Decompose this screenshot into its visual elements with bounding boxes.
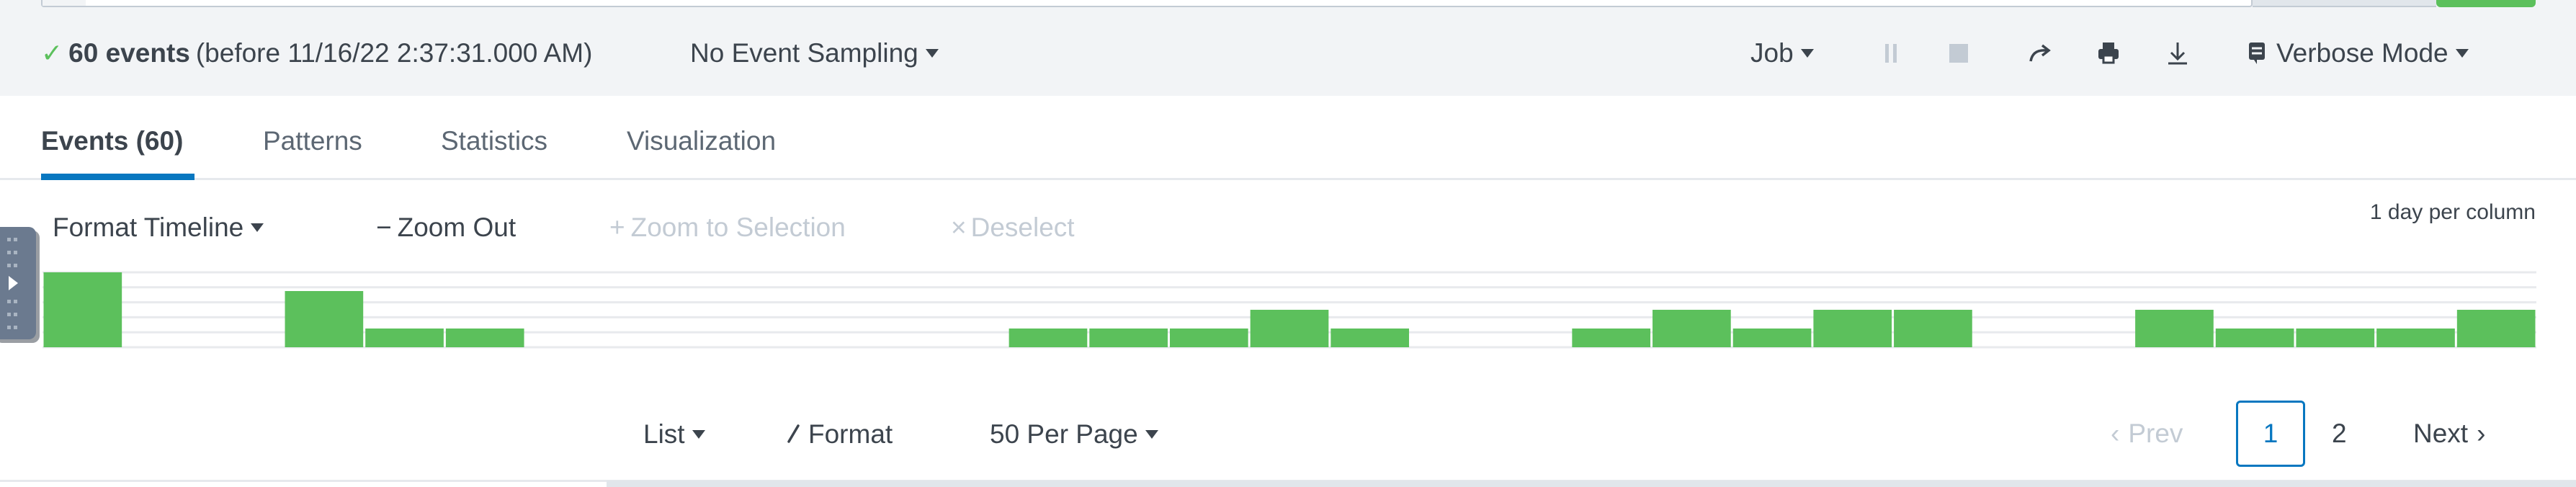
- deselect-label: Deselect: [970, 213, 1075, 242]
- job-status-bar: ✓ 60 events (before 11/16/22 2:37:31.000…: [0, 0, 2576, 96]
- caret-down-icon: [1800, 49, 1814, 58]
- timeline-bar[interactable]: [1169, 329, 1248, 347]
- page-1-button[interactable]: 1: [2236, 401, 2305, 467]
- per-page-label: 50 Per Page: [990, 419, 1138, 449]
- per-page-dropdown[interactable]: 50 Per Page: [990, 418, 1158, 451]
- search-input[interactable]: [41, 0, 2253, 7]
- print-icon: [2098, 43, 2119, 64]
- job-menu[interactable]: Job: [1750, 37, 1814, 69]
- minus-icon: −: [376, 213, 392, 242]
- expand-icon: [9, 276, 18, 290]
- search-button[interactable]: [2436, 0, 2536, 7]
- timeline-chart[interactable]: [43, 267, 2536, 349]
- timeline-bar[interactable]: [2135, 310, 2214, 347]
- print-button[interactable]: [2093, 37, 2124, 69]
- timeline-bar[interactable]: [2456, 310, 2536, 347]
- format-button[interactable]: Format: [785, 418, 893, 451]
- job-label: Job: [1750, 38, 1794, 68]
- caret-down-icon: [1145, 430, 1158, 439]
- plus-icon: +: [609, 213, 625, 242]
- timeline-bar[interactable]: [445, 329, 524, 347]
- prev-label: Prev: [2128, 419, 2183, 448]
- timeline-bar[interactable]: [1331, 329, 1410, 347]
- active-tab-indicator: [41, 174, 194, 180]
- zoom-out-label: Zoom Out: [397, 213, 516, 242]
- format-timeline-label: Format Timeline: [53, 213, 244, 242]
- timeline-bar[interactable]: [2215, 329, 2294, 347]
- next-page-button[interactable]: Next ›: [2413, 401, 2485, 467]
- zoom-out-button[interactable]: − Zoom Out: [376, 211, 516, 244]
- timeline-bar[interactable]: [1089, 329, 1168, 347]
- timeline-bar[interactable]: [1653, 310, 1731, 347]
- tab-events[interactable]: Events (60): [41, 125, 183, 158]
- grip-dots-icon: [6, 234, 20, 273]
- tab-patterns[interactable]: Patterns: [263, 125, 362, 158]
- close-icon: ×: [951, 213, 967, 242]
- share-icon: [2029, 44, 2051, 62]
- timeline-bar[interactable]: [1813, 310, 1892, 347]
- list-label: List: [643, 419, 685, 449]
- timeline-bar[interactable]: [365, 329, 444, 347]
- list-view-dropdown[interactable]: List: [643, 418, 705, 451]
- timeline-bar[interactable]: [1009, 329, 1088, 347]
- timeline-bar[interactable]: [285, 291, 364, 347]
- grip-dots-icon: [6, 296, 20, 335]
- paintbrush-icon: [787, 424, 800, 443]
- caret-down-icon: [2455, 49, 2469, 58]
- tab-visualization[interactable]: Visualization: [627, 125, 776, 158]
- pause-icon: [1885, 44, 1897, 63]
- export-button[interactable]: [2162, 37, 2193, 69]
- export-icon: [2168, 43, 2187, 65]
- stop-icon: [1949, 44, 1968, 63]
- time-range-picker[interactable]: [2253, 0, 2436, 7]
- caret-down-icon: [925, 49, 939, 58]
- caret-down-icon: [692, 430, 705, 439]
- timeline-bar[interactable]: [1572, 329, 1651, 347]
- search-input-prefix: [43, 0, 86, 6]
- timeline-bar[interactable]: [1250, 310, 1329, 347]
- deselect-button[interactable]: × Deselect: [951, 211, 1075, 244]
- tab-statistics[interactable]: Statistics: [441, 125, 547, 158]
- timeline-scale-label: 1 day per column: [2369, 200, 2536, 224]
- event-status: ✓ 60 events (before 11/16/22 2:37:31.000…: [41, 37, 592, 69]
- caret-down-icon: [251, 223, 264, 232]
- event-count: 60 events: [68, 38, 190, 68]
- timeline-bar[interactable]: [1732, 329, 1812, 347]
- results-tabs: Events (60) Patterns Statistics Visualiz…: [0, 96, 2576, 180]
- event-sampling-dropdown[interactable]: No Event Sampling: [690, 37, 939, 69]
- timeline-bar[interactable]: [1894, 310, 1972, 347]
- pause-button[interactable]: [1876, 37, 1908, 69]
- stop-button[interactable]: [1943, 37, 1975, 69]
- timeline-bar[interactable]: [2296, 329, 2375, 347]
- event-sampling-label: No Event Sampling: [690, 38, 918, 68]
- chevron-right-icon: ›: [2477, 419, 2486, 448]
- timeline-bar[interactable]: [2376, 329, 2455, 347]
- mode-icon: [2249, 43, 2265, 64]
- page-2-button[interactable]: 2: [2332, 401, 2347, 467]
- fields-sidebar-toggle[interactable]: [0, 227, 36, 339]
- share-button[interactable]: [2024, 37, 2056, 69]
- chevron-left-icon: ‹: [2111, 419, 2120, 448]
- event-time-bound: (before 11/16/22 2:37:31.000 AM): [195, 38, 593, 68]
- zoom-to-selection-button[interactable]: + Zoom to Selection: [609, 211, 846, 244]
- prev-page-button[interactable]: ‹ Prev: [2111, 401, 2183, 467]
- format-timeline-dropdown[interactable]: Format Timeline: [53, 211, 264, 244]
- search-mode-dropdown[interactable]: Verbose Mode: [2248, 37, 2469, 69]
- format-label: Format: [808, 419, 893, 449]
- next-label: Next: [2413, 419, 2469, 448]
- search-mode-label: Verbose Mode: [2276, 38, 2448, 68]
- results-table-header: [607, 481, 2576, 487]
- timeline-bar[interactable]: [43, 272, 122, 347]
- checkmark-icon: ✓: [41, 38, 63, 68]
- zoom-to-selection-label: Zoom to Selection: [630, 213, 846, 242]
